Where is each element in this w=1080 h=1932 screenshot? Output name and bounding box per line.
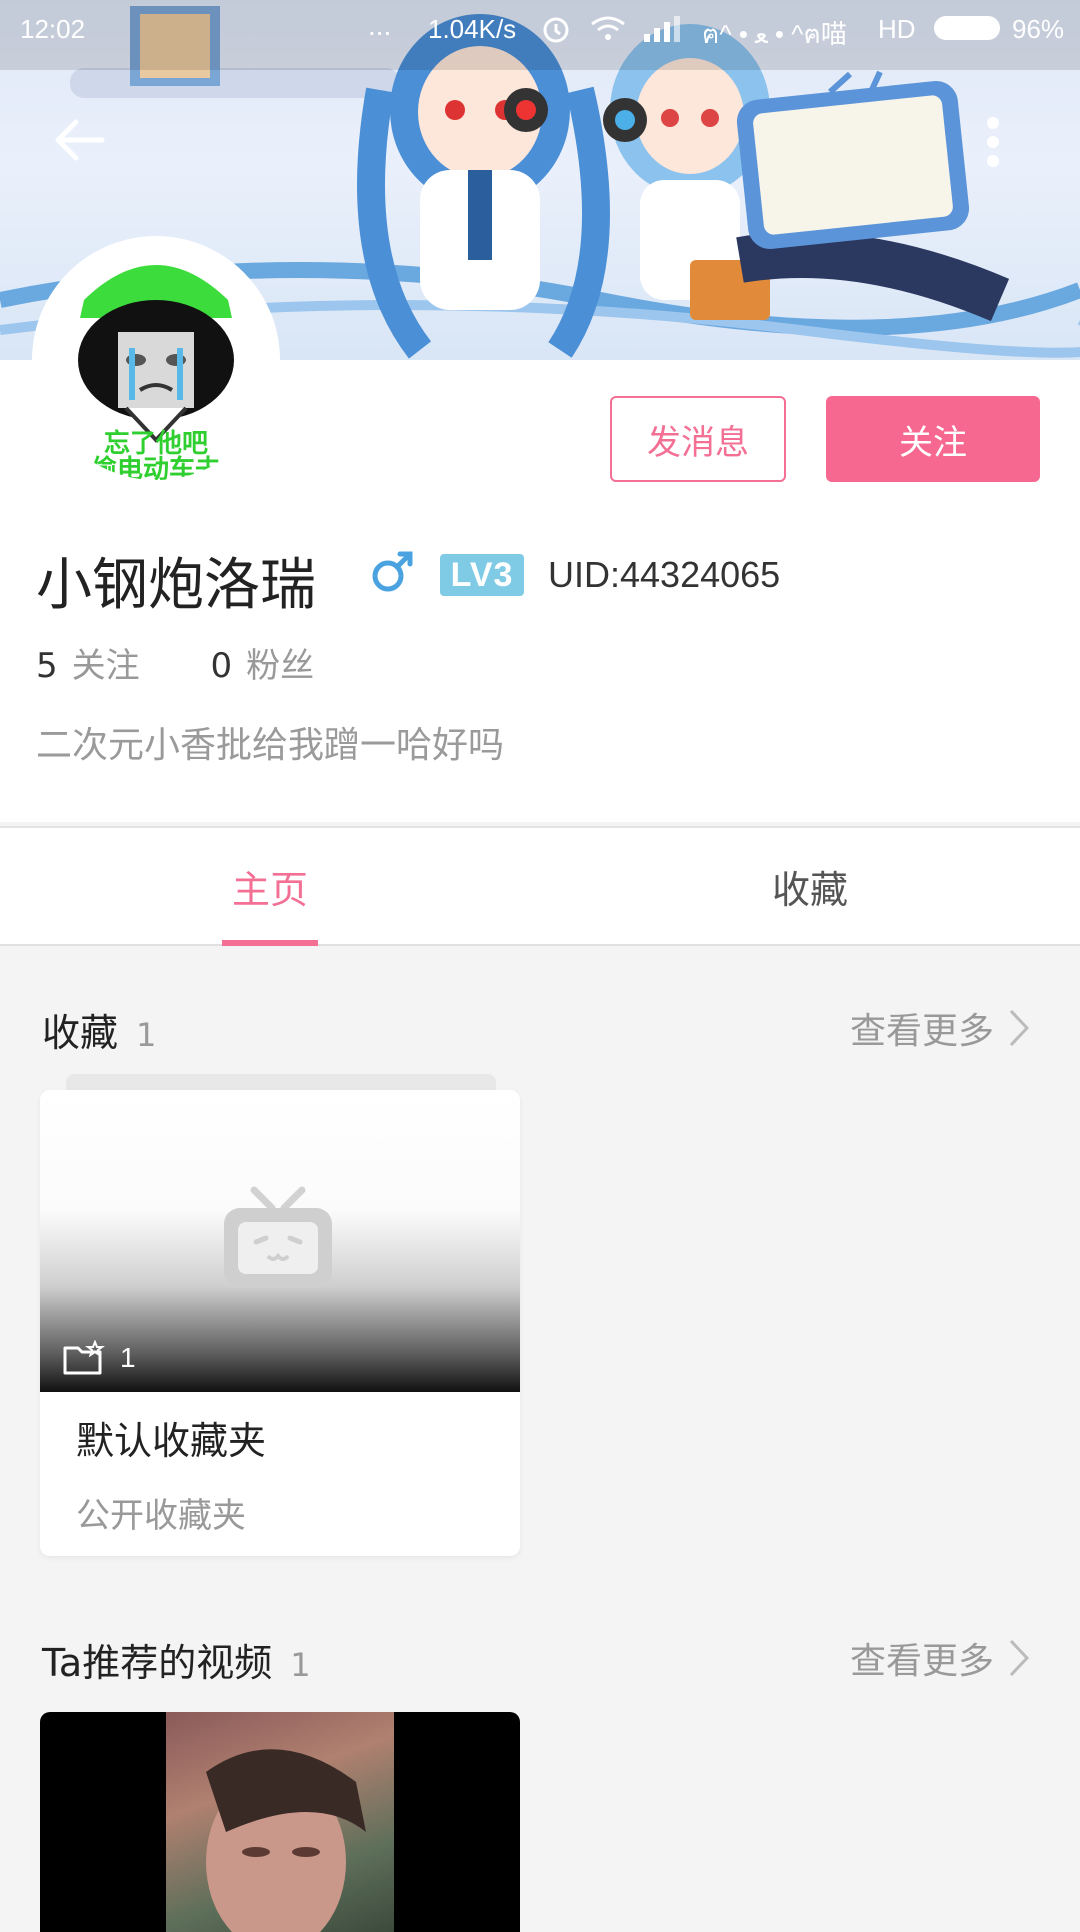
followers-count: 0 [210,646,233,686]
status-battery: 96% [1012,14,1065,44]
more-vertical-icon [987,117,999,167]
avatar[interactable]: 忘了他吧 偷电动车去 [36,240,276,480]
send-message-button[interactable]: 发消息 [610,396,786,482]
arrow-left-icon [55,119,105,161]
favorites-title-text: 收藏 [42,1011,119,1055]
status-carrier: ฅ^ • ﻌ • ^ฅ喵 [702,19,847,49]
status-bar: 12:02 ... 1.04K/s ฅ^ • ﻌ • ^ฅ喵 HD 96% [0,0,1080,60]
tab-active-indicator [222,940,318,946]
avatar-image: 忘了他吧 偷电动车去 [36,240,276,480]
following-count: 5 [36,646,58,686]
tab-home[interactable]: 主页 [0,828,540,944]
username: 小钢炮洛瑞 [36,553,316,618]
recommended-see-more-label: 查看更多 [849,1641,994,1682]
tab-favorites[interactable]: 收藏 [540,828,1080,944]
followers-stat[interactable]: 0 粉丝 [210,646,314,686]
favorites-see-more[interactable]: 查看更多 [850,1002,1030,1054]
back-button[interactable] [52,118,122,174]
battery-icon [934,16,1000,40]
level-badge: LV3 [440,554,524,596]
favorite-item-count: 1 [62,1340,136,1376]
chevron-right-icon [1009,1639,1030,1677]
video-thumbnail [166,1712,394,1932]
recommended-title: Ta推荐的视频 1 [42,1632,311,1687]
status-dots: ... [368,10,392,41]
following-stat[interactable]: 5 关注 [36,646,140,686]
recommended-section-header: Ta推荐的视频 1 查看更多 [0,1632,1080,1692]
followers-label: 粉丝 [246,646,315,686]
bilibili-tv-icon [224,1186,332,1288]
user-uid: UID:44324065 [548,554,781,595]
favorite-item-count-text: 1 [120,1342,136,1373]
follow-button[interactable]: 关注 [826,396,1040,482]
favorite-folder-card[interactable]: 1 默认收藏夹 公开收藏夹 [40,1090,520,1556]
chevron-right-icon [1009,1009,1030,1047]
recommended-count: 1 [290,1646,311,1684]
status-time: 12:02 [20,14,86,44]
favorites-section-header: 收藏 1 查看更多 [0,1002,1080,1062]
following-label: 关注 [71,646,140,686]
recommended-see-more[interactable]: 查看更多 [850,1632,1030,1684]
favorites-count: 1 [136,1016,157,1054]
recommended-video-card[interactable] [40,1712,520,1932]
recommended-title-text: Ta推荐的视频 [42,1641,273,1685]
profile-tabs: 主页 收藏 [0,826,1080,946]
male-gender-icon [370,548,416,598]
favorite-folder-thumbnail: 1 [40,1090,520,1392]
favorites-see-more-label: 查看更多 [849,1011,994,1052]
status-net-speed: 1.04K/s [428,14,517,44]
status-hd: HD [878,14,916,44]
favorite-folder-visibility: 公开收藏夹 [76,1496,246,1536]
folder-star-icon [63,1340,105,1375]
favorites-title: 收藏 1 [42,1002,156,1057]
follow-stats: 5 关注 0 粉丝 [36,638,374,687]
favorite-folder-name: 默认收藏夹 [76,1419,267,1463]
more-button[interactable] [986,116,1038,172]
user-bio: 二次元小香批给我蹭一哈好吗 [36,725,505,766]
